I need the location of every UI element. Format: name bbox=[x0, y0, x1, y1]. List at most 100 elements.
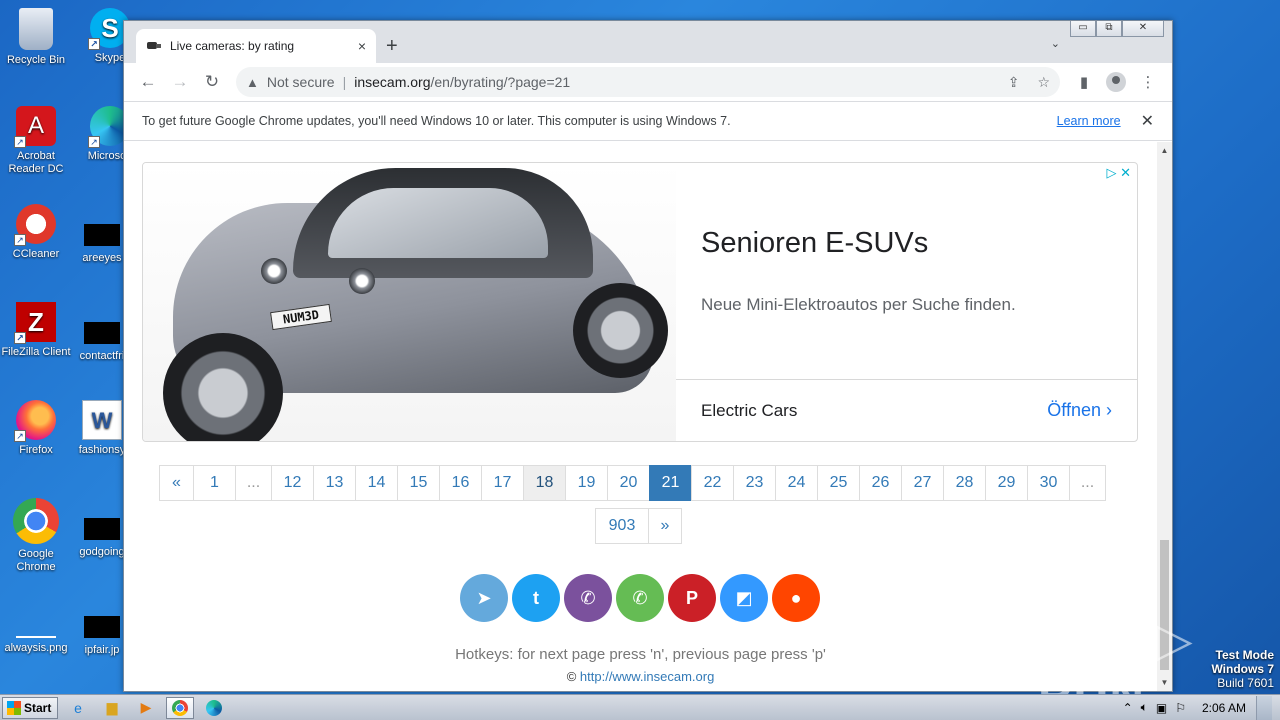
test-mode-line: Test Mode bbox=[1215, 648, 1274, 662]
chrome-menu-icon[interactable]: ⋮ bbox=[1132, 73, 1164, 91]
share-telegram-button[interactable]: ➤ bbox=[460, 574, 508, 622]
chrome-taskbar-icon[interactable] bbox=[166, 696, 194, 719]
site-link[interactable]: http://www.insecam.org bbox=[580, 669, 714, 684]
desktop-icon-ccleaner[interactable]: ↗ CCleaner bbox=[0, 204, 74, 261]
file-explorer-icon[interactable]: ▆ bbox=[98, 697, 126, 719]
network-icon[interactable]: ▣ bbox=[1156, 701, 1167, 715]
pagination-page-button[interactable]: 21 bbox=[649, 465, 692, 501]
pagination-page-button[interactable]: 16 bbox=[439, 465, 482, 501]
desktop-icon-chrome[interactable]: Google Chrome bbox=[0, 498, 74, 574]
desktop-icon-acrobat[interactable]: A ↗ Acrobat Reader DC bbox=[0, 106, 74, 176]
ad-description[interactable]: Neue Mini-Elektroautos per Suche finden. bbox=[701, 295, 1016, 315]
infobar-message: To get future Google Chrome updates, you… bbox=[142, 114, 731, 128]
side-panel-icon[interactable]: ▮ bbox=[1068, 73, 1100, 91]
pagination-page-button[interactable]: 23 bbox=[733, 465, 776, 501]
shortcut-arrow-icon: ↗ bbox=[14, 430, 26, 442]
volume-icon[interactable]: 🔈︎ bbox=[1141, 700, 1148, 715]
restore-button[interactable]: ⧉ bbox=[1096, 21, 1122, 37]
close-window-button[interactable]: ✕ bbox=[1122, 21, 1164, 37]
new-tab-button[interactable]: + bbox=[386, 35, 398, 58]
tab-title: Live cameras: by rating bbox=[170, 39, 295, 53]
clock[interactable]: 2:06 AM bbox=[1202, 701, 1246, 715]
ad-car-image[interactable]: NUM3D bbox=[143, 163, 676, 441]
bookmark-star-icon[interactable]: ☆ bbox=[1037, 74, 1050, 91]
share-reddit-button[interactable]: ● bbox=[772, 574, 820, 622]
car-headlight bbox=[349, 268, 375, 294]
pagination-next-button[interactable]: » bbox=[648, 508, 682, 544]
ad-headline[interactable]: Senioren E-SUVs bbox=[701, 227, 928, 260]
share-delicious-button[interactable]: ◩ bbox=[720, 574, 768, 622]
ad-footer: Electric Cars Öffnen › bbox=[676, 379, 1137, 441]
internet-explorer-icon[interactable]: e bbox=[64, 697, 92, 719]
show-desktop-button[interactable] bbox=[1256, 695, 1272, 720]
share-page-icon[interactable]: ⇪ bbox=[1008, 74, 1020, 91]
pagination-page-button[interactable]: 22 bbox=[691, 465, 734, 501]
page-content: NUM3D ▷ ✕ Senioren E-SUVs Neue Mini-Elek… bbox=[124, 142, 1157, 691]
desktop-icon-firefox[interactable]: ↗ Firefox bbox=[0, 400, 74, 457]
pagination-page-button[interactable]: 24 bbox=[775, 465, 818, 501]
pagination-page-button[interactable]: 13 bbox=[313, 465, 356, 501]
pagination-page-button[interactable]: 26 bbox=[859, 465, 902, 501]
learn-more-link[interactable]: Learn more bbox=[1057, 114, 1121, 128]
pagination-ellipsis: ... bbox=[1069, 465, 1106, 501]
minimize-button[interactable]: ▭ bbox=[1070, 21, 1096, 37]
action-center-flag-icon[interactable]: ⚐ bbox=[1175, 701, 1186, 715]
share-viber-button[interactable]: ✆ bbox=[564, 574, 612, 622]
reload-button[interactable]: ↻ bbox=[196, 72, 228, 92]
desktop-icon-filezilla[interactable]: Z ↗ FileZilla Client bbox=[0, 302, 74, 359]
share-whatsapp-button[interactable]: ✆ bbox=[616, 574, 664, 622]
build-line: Build 7601 bbox=[1217, 676, 1274, 690]
tab-live-cameras[interactable]: Live cameras: by rating × bbox=[136, 29, 376, 63]
security-label[interactable]: Not secure bbox=[267, 74, 335, 90]
tab-close-icon[interactable]: × bbox=[358, 38, 366, 54]
profile-avatar[interactable] bbox=[1100, 72, 1132, 92]
vertical-scrollbar[interactable]: ▲ ▼ bbox=[1157, 142, 1172, 691]
pagination-page-button[interactable]: 15 bbox=[397, 465, 440, 501]
desktop-icon-alwaysis[interactable]: alwaysis.png bbox=[0, 608, 74, 655]
ad-brand[interactable]: Electric Cars bbox=[701, 401, 1047, 421]
url-host: insecam.org bbox=[354, 74, 431, 90]
start-button[interactable]: Start bbox=[2, 696, 58, 719]
pagination-page-button[interactable]: 14 bbox=[355, 465, 398, 501]
pagination-prev-button[interactable]: « bbox=[159, 465, 194, 501]
pagination-page-button[interactable]: 30 bbox=[1027, 465, 1070, 501]
advertisement[interactable]: NUM3D ▷ ✕ Senioren E-SUVs Neue Mini-Elek… bbox=[142, 162, 1138, 442]
pagination-page-button[interactable]: 12 bbox=[271, 465, 314, 501]
hotkeys-hint: Hotkeys: for next page press 'n', previo… bbox=[455, 646, 826, 663]
tray-expand-icon[interactable]: ⌃ bbox=[1123, 701, 1133, 715]
share-pinterest-button[interactable]: P bbox=[668, 574, 716, 622]
edge-taskbar-icon[interactable] bbox=[200, 697, 228, 719]
pagination-page-button[interactable]: 18 bbox=[523, 465, 566, 501]
address-bar[interactable]: ▲ Not secure | insecam.org /en/byrating/… bbox=[236, 67, 1060, 97]
pagination-page-button[interactable]: 19 bbox=[565, 465, 608, 501]
ad-text-panel[interactable]: ▷ ✕ Senioren E-SUVs Neue Mini-Elektroaut… bbox=[676, 163, 1137, 441]
pagination-page-button[interactable]: 903 bbox=[595, 508, 649, 544]
test-mode-notice: Test Mode Windows 7 Build 7601 bbox=[1211, 648, 1274, 690]
ad-choices-icon[interactable]: ▷ ✕ bbox=[1106, 165, 1131, 181]
ccleaner-icon: ↗ bbox=[14, 204, 56, 246]
pagination-page-button[interactable]: 27 bbox=[901, 465, 944, 501]
browser-window: Live cameras: by rating × + ⌄ ▭ ⧉ ✕ ← → … bbox=[123, 20, 1173, 692]
pagination-page-button[interactable]: 1 bbox=[193, 465, 236, 501]
pagination-page-button[interactable]: 28 bbox=[943, 465, 986, 501]
window-controls: ▭ ⧉ ✕ bbox=[1070, 21, 1164, 37]
desktop-icon-recycle-bin[interactable]: Recycle Bin bbox=[0, 8, 74, 67]
pagination-page-button[interactable]: 25 bbox=[817, 465, 860, 501]
share-twitter-button[interactable]: t bbox=[512, 574, 560, 622]
delicious-icon: ◩ bbox=[735, 587, 753, 608]
viber-icon: ✆ bbox=[580, 587, 596, 608]
infobar-close-icon[interactable]: ✕ bbox=[1141, 111, 1154, 131]
shortcut-arrow-icon: ↗ bbox=[14, 234, 26, 246]
update-infobar: To get future Google Chrome updates, you… bbox=[124, 101, 1172, 141]
media-player-icon[interactable]: ▶ bbox=[132, 697, 160, 719]
shortcut-arrow-icon: ↗ bbox=[88, 38, 100, 50]
pagination-ellipsis: ... bbox=[235, 465, 272, 501]
pagination-page-button[interactable]: 29 bbox=[985, 465, 1028, 501]
pagination-page-button[interactable]: 20 bbox=[607, 465, 650, 501]
forward-button[interactable]: → bbox=[164, 72, 196, 92]
pagination-page-button[interactable]: 17 bbox=[481, 465, 524, 501]
ad-open-button[interactable]: Öffnen › bbox=[1047, 400, 1112, 421]
scroll-up-arrow-icon[interactable]: ▲ bbox=[1157, 146, 1172, 155]
back-button[interactable]: ← bbox=[132, 72, 164, 92]
tab-search-chevron-icon[interactable]: ⌄ bbox=[1051, 37, 1060, 50]
